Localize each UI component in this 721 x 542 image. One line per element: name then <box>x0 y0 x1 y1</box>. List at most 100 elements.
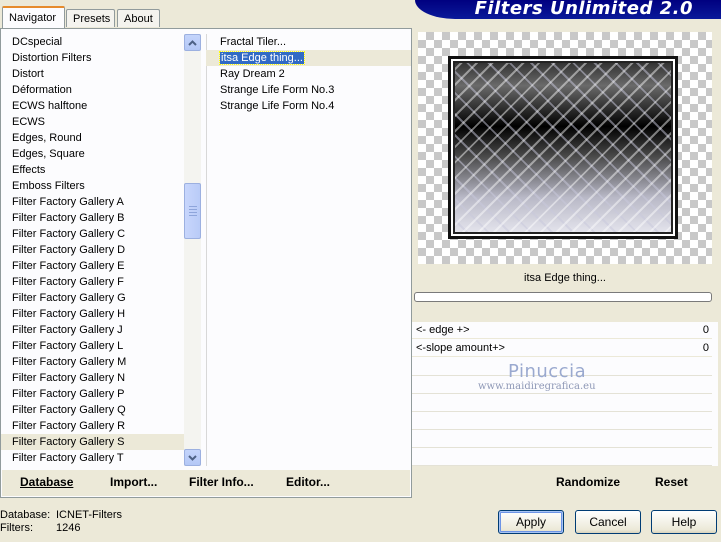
watermark-name: Pinuccia <box>508 361 587 382</box>
category-item[interactable]: Filter Factory Gallery R <box>1 418 184 434</box>
category-item-label: Filter Factory Gallery F <box>12 276 124 288</box>
category-item[interactable]: Filter Factory Gallery F <box>1 274 184 290</box>
category-item-label: Filter Factory Gallery D <box>12 244 126 256</box>
filter-item-label: itsa Edge thing... <box>219 51 305 65</box>
preview-image <box>448 56 678 239</box>
database-button[interactable]: Database <box>20 475 73 489</box>
category-item[interactable]: Filter Factory Gallery P <box>1 386 184 402</box>
category-item[interactable]: DCspecial <box>1 34 184 50</box>
category-item[interactable]: Filter Factory Gallery S <box>1 434 184 450</box>
category-item-label: Distortion Filters <box>12 52 92 64</box>
navigator-panel: DCspecial Distortion Filters Distort Déform… <box>0 28 412 498</box>
category-item-label: Filter Factory Gallery N <box>12 372 126 384</box>
category-item[interactable]: Filter Factory Gallery T <box>1 450 184 466</box>
category-item-label: ECWS halftone <box>12 100 88 112</box>
param-value: 0 <box>702 342 709 354</box>
category-item-label: DCspecial <box>12 36 63 48</box>
category-item-label: Filter Factory Gallery H <box>12 308 126 320</box>
param-value: 0 <box>702 324 709 336</box>
category-item-label: Filter Factory Gallery J <box>12 324 123 336</box>
category-item[interactable]: Filter Factory Gallery Q <box>1 402 184 418</box>
category-item[interactable]: Filter Factory Gallery M <box>1 354 184 370</box>
tab-presets[interactable]: Presets <box>66 9 115 27</box>
chevron-up-icon <box>188 39 197 46</box>
cancel-button[interactable]: Cancel <box>575 510 641 534</box>
status-info: Database: ICNET-Filters Filters: 1246 <box>0 509 122 535</box>
scroll-down-button[interactable] <box>184 449 201 466</box>
category-item[interactable]: Filter Factory Gallery E <box>1 258 184 274</box>
filter-item[interactable]: Ray Dream 2 <box>206 66 411 82</box>
category-item-label: Filter Factory Gallery R <box>12 420 126 432</box>
filter-item-label: Fractal Tiler... <box>220 36 287 48</box>
category-item[interactable]: Edges, Round <box>1 130 184 146</box>
apply-button[interactable]: Apply <box>498 510 564 534</box>
randomize-button[interactable]: Randomize <box>556 475 620 489</box>
category-item[interactable]: Distortion Filters <box>1 50 184 66</box>
category-item-label: Edges, Square <box>12 148 85 160</box>
param-slot-empty <box>412 448 712 466</box>
category-item[interactable]: Filter Factory Gallery B <box>1 210 184 226</box>
scroll-up-button[interactable] <box>184 34 201 51</box>
category-item[interactable]: ECWS halftone <box>1 98 184 114</box>
category-item[interactable]: Distort <box>1 66 184 82</box>
category-item-label: Filter Factory Gallery G <box>12 292 126 304</box>
param-slope-amount[interactable]: <-slope amount+> 0 <box>412 340 712 357</box>
category-item-label: Déformation <box>12 84 72 96</box>
scroll-thumb[interactable] <box>184 183 201 239</box>
reset-button[interactable]: Reset <box>655 475 688 489</box>
category-item-label: Filter Factory Gallery A <box>12 196 124 208</box>
app-title-banner: Filters Unlimited 2.0 <box>415 0 721 19</box>
tab-bar: Navigator Presets About <box>0 0 420 28</box>
category-item[interactable]: Filter Factory Gallery G <box>1 290 184 306</box>
filter-item[interactable]: Strange Life Form No.4 <box>206 98 411 114</box>
param-slot-empty <box>412 412 712 430</box>
filter-item-label: Strange Life Form No.4 <box>220 100 335 112</box>
filter-info-button[interactable]: Filter Info... <box>189 475 254 489</box>
category-list[interactable]: DCspecial Distortion Filters Distort Déform… <box>1 34 184 466</box>
category-item-label: Filter Factory Gallery M <box>12 356 127 368</box>
category-item[interactable]: Filter Factory Gallery N <box>1 370 184 386</box>
param-slot-empty <box>412 394 712 412</box>
category-item[interactable]: Filter Factory Gallery L <box>1 338 184 354</box>
category-item[interactable]: Emboss Filters <box>1 178 184 194</box>
category-item-label: Filter Factory Gallery S <box>12 436 125 448</box>
category-item-label: Filter Factory Gallery T <box>12 452 124 464</box>
category-item[interactable]: Filter Factory Gallery A <box>1 194 184 210</box>
category-item-label: Emboss Filters <box>12 180 85 192</box>
category-item[interactable]: ECWS <box>1 114 184 130</box>
help-button[interactable]: Help <box>651 510 717 534</box>
category-item-label: Filter Factory Gallery B <box>12 212 125 224</box>
chevron-down-icon <box>188 454 197 461</box>
category-item[interactable]: Filter Factory Gallery H <box>1 306 184 322</box>
category-item-label: Filter Factory Gallery L <box>12 340 124 352</box>
filter-item-label: Ray Dream 2 <box>220 68 285 80</box>
preview-area <box>412 28 718 266</box>
status-database-value: ICNET-Filters <box>56 509 122 521</box>
editor-button[interactable]: Editor... <box>286 475 330 489</box>
filter-item[interactable]: Strange Life Form No.3 <box>206 82 411 98</box>
category-item-label: Filter Factory Gallery Q <box>12 404 126 416</box>
status-filters-label: Filters: <box>0 522 33 534</box>
tab-about[interactable]: About <box>117 9 160 27</box>
category-item[interactable]: Filter Factory Gallery J <box>1 322 184 338</box>
category-scrollbar[interactable] <box>184 34 201 466</box>
category-item-label: Filter Factory Gallery E <box>12 260 125 272</box>
category-item[interactable]: Edges, Square <box>1 146 184 162</box>
param-edge[interactable]: <- edge +> 0 <box>412 322 712 339</box>
tab-navigator[interactable]: Navigator <box>2 6 65 28</box>
param-label: <- edge +> <box>416 324 470 336</box>
category-item[interactable]: Filter Factory Gallery D <box>1 242 184 258</box>
param-label: <-slope amount+> <box>416 342 505 354</box>
progress-bar <box>414 292 712 302</box>
import-button[interactable]: Import... <box>110 475 157 489</box>
category-item-label: Filter Factory Gallery C <box>12 228 126 240</box>
watermark-url: www.maidiregrafica.eu <box>478 381 596 392</box>
filter-item[interactable]: itsa Edge thing... <box>206 50 411 66</box>
status-filters-value: 1246 <box>56 522 81 534</box>
filter-list[interactable]: Fractal Tiler... itsa Edge thing... Ray Dr… <box>206 34 411 466</box>
category-item[interactable]: Déformation <box>1 82 184 98</box>
category-item[interactable]: Effects <box>1 162 184 178</box>
preset-button-bar: Randomize Reset <box>412 470 718 496</box>
filter-item[interactable]: Fractal Tiler... <box>206 34 411 50</box>
category-item[interactable]: Filter Factory Gallery C <box>1 226 184 242</box>
